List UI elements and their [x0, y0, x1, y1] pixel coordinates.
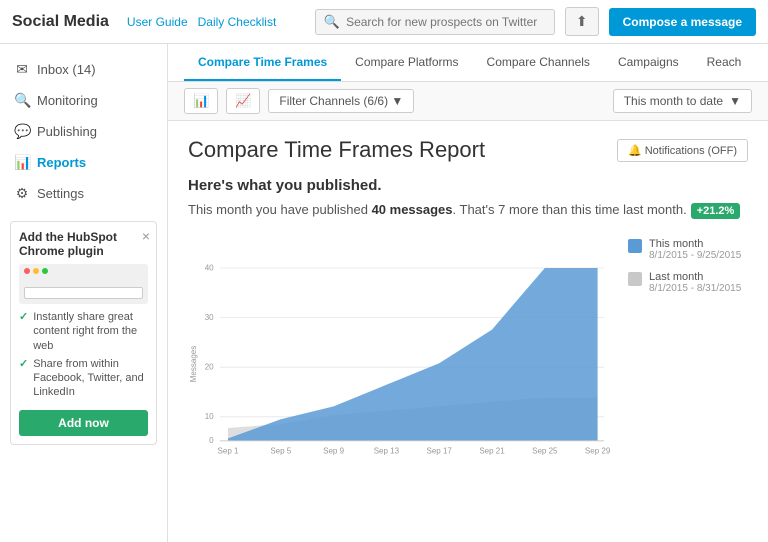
report-subtitle: Here's what you published. — [188, 177, 748, 194]
browser-dot-red — [24, 268, 30, 274]
inbox-icon: ✉ — [14, 61, 30, 78]
svg-text:30: 30 — [205, 313, 214, 322]
plugin-card-title: Add the HubSpot Chrome plugin — [19, 230, 148, 258]
add-now-button[interactable]: Add now — [19, 410, 148, 436]
sidebar-item-publishing-label: Publishing — [37, 124, 97, 139]
sidebar-item-reports-label: Reports — [37, 155, 86, 170]
svg-text:10: 10 — [205, 412, 214, 421]
legend-this-month-dates: 8/1/2015 - 9/25/2015 — [649, 250, 741, 261]
legend-last-month-dates: 8/1/2015 - 8/31/2015 — [649, 283, 741, 294]
sidebar-item-reports[interactable]: 📊 Reports — [0, 147, 167, 178]
plugin-card: Add the HubSpot Chrome plugin × ✓ Instan… — [10, 221, 157, 445]
plugin-feature-2: ✓ Share from within Facebook, Twitter, a… — [19, 357, 148, 400]
svg-text:Sep 21: Sep 21 — [479, 446, 505, 455]
chart-area: 40 30 20 10 0 Messages — [188, 234, 612, 497]
sidebar: ✉ Inbox (14) 🔍 Monitoring 💬 Publishing 📊… — [0, 44, 168, 542]
svg-text:Sep 25: Sep 25 — [532, 446, 558, 455]
report-title-text: Compare Time Frames Report — [188, 137, 485, 163]
sidebar-item-settings[interactable]: ⚙ Settings — [0, 178, 167, 209]
search-box: 🔍 — [315, 9, 555, 35]
chart-container: 40 30 20 10 0 Messages — [188, 234, 748, 497]
main-layout: ✉ Inbox (14) 🔍 Monitoring 💬 Publishing 📊… — [0, 44, 768, 542]
svg-text:Sep 9: Sep 9 — [323, 446, 344, 455]
date-select[interactable]: This month to date ▼ — [613, 89, 752, 113]
report-body: Compare Time Frames Report 🔔 Notificatio… — [168, 121, 768, 542]
reports-icon: 📊 — [14, 154, 30, 171]
settings-icon: ⚙ — [14, 185, 30, 202]
svg-text:40: 40 — [205, 263, 214, 272]
search-input[interactable] — [346, 15, 546, 29]
report-highlight: 40 messages — [372, 202, 453, 217]
chart-svg: 40 30 20 10 0 Messages — [188, 234, 612, 494]
header: Social Media User Guide Daily Checklist … — [0, 0, 768, 44]
legend-color-this-month — [628, 239, 642, 253]
svg-text:Sep 5: Sep 5 — [270, 446, 291, 455]
sidebar-item-monitoring-label: Monitoring — [37, 93, 98, 108]
sidebar-item-settings-label: Settings — [37, 186, 84, 201]
browser-dot-green — [42, 268, 48, 274]
svg-text:Sep 29: Sep 29 — [585, 446, 611, 455]
legend-color-last-month — [628, 272, 642, 286]
svg-text:Sep 17: Sep 17 — [427, 446, 453, 455]
check-icon-1: ✓ — [19, 310, 28, 324]
sidebar-item-inbox[interactable]: ✉ Inbox (14) — [0, 54, 167, 85]
report-badge: +21.2% — [691, 203, 741, 219]
plugin-feature-1: ✓ Instantly share great content right fr… — [19, 310, 148, 353]
plugin-card-close-button[interactable]: × — [142, 228, 150, 244]
sidebar-item-publishing[interactable]: 💬 Publishing — [0, 116, 167, 147]
report-title-row: Compare Time Frames Report 🔔 Notificatio… — [188, 137, 748, 163]
svg-text:20: 20 — [205, 362, 214, 371]
tab-reach[interactable]: Reach — [693, 45, 756, 81]
app-logo: Social Media — [12, 13, 109, 31]
date-label: This month to date — [624, 94, 723, 108]
svg-text:Sep 13: Sep 13 — [374, 446, 400, 455]
bar-chart-icon-button[interactable]: 📊 — [184, 88, 218, 114]
browser-address-bar — [24, 287, 143, 299]
sidebar-item-inbox-label: Inbox (14) — [37, 62, 96, 77]
tab-compare-platforms[interactable]: Compare Platforms — [341, 45, 472, 81]
svg-text:Messages: Messages — [189, 345, 198, 381]
browser-preview — [19, 264, 148, 304]
legend-this-month-label: This month — [649, 238, 741, 250]
user-guide-link[interactable]: User Guide — [127, 15, 188, 29]
trend-icon-button[interactable]: 📈 — [226, 88, 260, 114]
search-icon: 🔍 — [324, 14, 340, 30]
notifications-button[interactable]: 🔔 Notifications (OFF) — [617, 139, 748, 162]
compose-message-button[interactable]: Compose a message — [609, 8, 756, 36]
report-description: This month you have published 40 message… — [188, 200, 748, 220]
toolbar: 📊 📈 Filter Channels (6/6) ▼ This month t… — [168, 82, 768, 121]
tab-compare-channels[interactable]: Compare Channels — [473, 45, 604, 81]
plugin-feature-1-text: Instantly share great content right from… — [33, 310, 148, 353]
plugin-feature-2-text: Share from within Facebook, Twitter, and… — [33, 357, 148, 400]
main-content: Compare Time Frames Compare Platforms Co… — [168, 44, 768, 542]
filter-channels-button[interactable]: Filter Channels (6/6) ▼ — [268, 89, 414, 113]
report-desc-end: . That's 7 more than this time last mont… — [453, 202, 687, 217]
chevron-down-icon: ▼ — [729, 94, 741, 108]
chart-legend: This month 8/1/2015 - 9/25/2015 Last mon… — [628, 234, 748, 497]
svg-text:Sep 1: Sep 1 — [218, 446, 239, 455]
report-desc-start: This month you have published — [188, 202, 372, 217]
legend-last-month-label: Last month — [649, 271, 741, 283]
monitoring-icon: 🔍 — [14, 92, 30, 109]
svg-text:0: 0 — [209, 436, 214, 445]
legend-item-last-month: Last month 8/1/2015 - 8/31/2015 — [628, 271, 748, 294]
tab-compare-time-frames[interactable]: Compare Time Frames — [184, 45, 341, 81]
legend-item-this-month: This month 8/1/2015 - 9/25/2015 — [628, 238, 748, 261]
sidebar-item-monitoring[interactable]: 🔍 Monitoring — [0, 85, 167, 116]
daily-checklist-link[interactable]: Daily Checklist — [198, 15, 277, 29]
cloud-button[interactable]: ⬆ — [565, 7, 599, 36]
publishing-icon: 💬 — [14, 123, 30, 140]
browser-dot-yellow — [33, 268, 39, 274]
tab-campaigns[interactable]: Campaigns — [604, 45, 693, 81]
tabs-row: Compare Time Frames Compare Platforms Co… — [168, 44, 768, 82]
check-icon-2: ✓ — [19, 357, 28, 371]
